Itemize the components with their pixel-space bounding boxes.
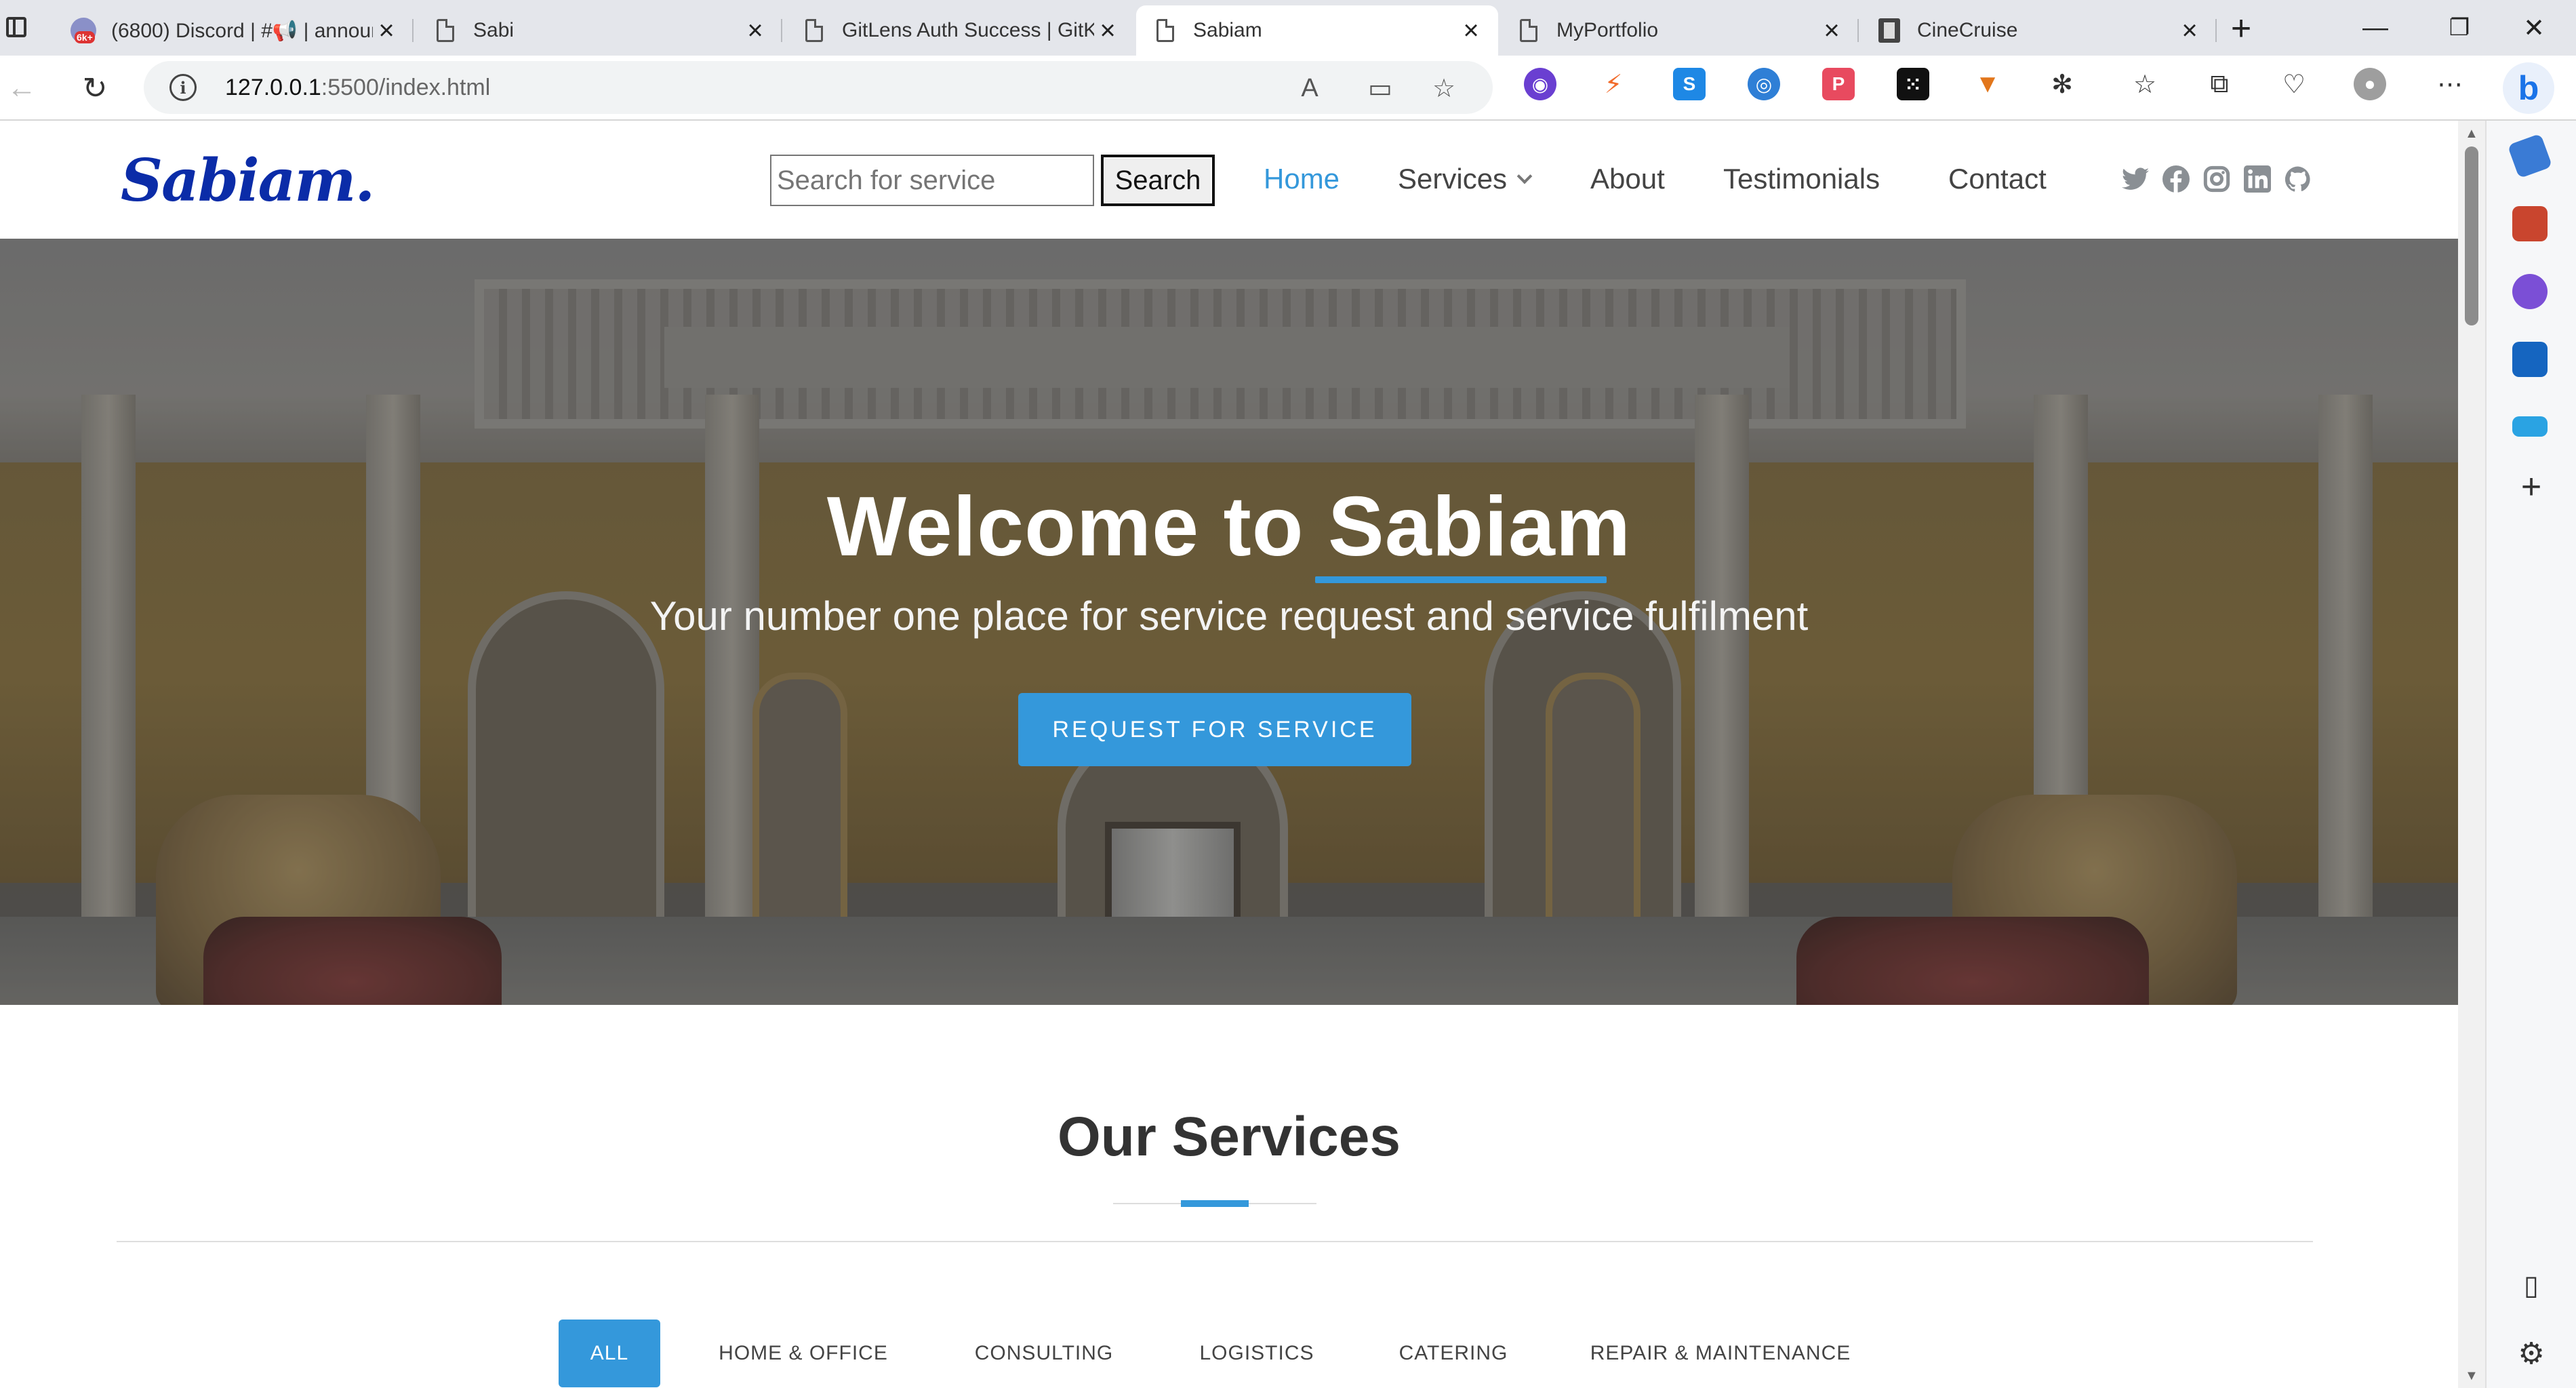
metamask-icon[interactable]: ▼ — [1971, 68, 2004, 100]
extension-icon-2[interactable]: ⚡ — [1597, 68, 1630, 100]
favorites-icon[interactable]: ☆ — [2129, 68, 2161, 100]
hero-title: Welcome to Sabiam — [826, 480, 1632, 574]
request-service-button[interactable]: REQUEST FOR SERVICE — [1018, 693, 1411, 766]
address-bar-row: ← ↻ i 127.0.0.1:5500/index.html A ▭ ☆ — [0, 56, 2576, 121]
site-logo[interactable]: Sabiam. — [121, 146, 375, 215]
tag-icon[interactable] — [2507, 133, 2553, 179]
close-icon[interactable]: × — [1457, 16, 1485, 45]
close-icon[interactable]: × — [373, 16, 400, 45]
tab-sabiam[interactable]: Sabiam × — [1136, 5, 1498, 56]
page-favicon — [1152, 18, 1178, 43]
tab-title: (6800) Discord | #📢 | announcements — [111, 19, 373, 42]
tab-actions-button[interactable] — [0, 9, 33, 45]
close-icon[interactable]: × — [1818, 16, 1845, 45]
heading-accent-bar — [1181, 1200, 1249, 1207]
bing-copilot-button[interactable]: b — [2503, 62, 2554, 114]
minimize-button[interactable]: — — [2333, 0, 2417, 56]
filter-home-office[interactable]: HOME & OFFICE — [705, 1320, 902, 1387]
collections-icon[interactable]: ⧉ — [2203, 68, 2236, 100]
scroll-up-icon[interactable]: ▲ — [2465, 126, 2478, 142]
favorite-star-icon[interactable]: ☆ — [1429, 73, 1459, 103]
scroll-down-icon[interactable]: ▼ — [2465, 1368, 2478, 1384]
close-window-button[interactable]: ✕ — [2492, 0, 2576, 56]
github-icon[interactable] — [2285, 165, 2312, 193]
tab-title: GitLens Auth Success | GitKraken — [842, 19, 1094, 41]
tab-actions-icon — [6, 17, 26, 37]
refresh-button[interactable]: ↻ — [75, 68, 115, 108]
tab-title: MyPortfolio — [1556, 19, 1659, 41]
extension-icon-3[interactable]: S — [1673, 68, 1706, 100]
section-divider — [117, 1241, 2313, 1242]
page-favicon — [801, 18, 827, 43]
extension-icon-1[interactable]: ◉ — [1524, 68, 1556, 100]
cinecruise-favicon — [1876, 18, 1902, 43]
filter-consulting[interactable]: CONSULTING — [963, 1320, 1125, 1387]
outlook-icon[interactable] — [2512, 342, 2548, 377]
more-menu-icon[interactable]: ⋯ — [2434, 68, 2466, 100]
extension-icon-4[interactable]: ◎ — [1748, 68, 1780, 100]
add-sidebar-app-icon[interactable]: + — [2512, 467, 2550, 507]
nav-services[interactable]: Services — [1398, 163, 1533, 195]
close-icon[interactable]: × — [742, 16, 769, 45]
page-scrollbar[interactable]: ▲ ▼ — [2458, 121, 2485, 1388]
linkedin-icon[interactable] — [2244, 165, 2271, 193]
tab-cinecruise[interactable]: CineCruise × — [1860, 5, 2217, 56]
close-icon[interactable]: × — [2176, 16, 2203, 45]
tab-title: CineCruise — [1917, 19, 2018, 41]
tab-myportfolio[interactable]: MyPortfolio × — [1500, 5, 1859, 56]
page-favicon — [432, 18, 458, 43]
split-screen-icon[interactable]: ▯ — [2512, 1267, 2550, 1305]
facebook-icon[interactable] — [2162, 165, 2190, 193]
address-bar[interactable]: i 127.0.0.1:5500/index.html A ▭ ☆ — [144, 61, 1493, 114]
restore-button[interactable]: ❐ — [2417, 0, 2501, 56]
new-tab-button[interactable]: + — [2221, 9, 2261, 48]
immersive-reader-icon[interactable]: ▭ — [1365, 73, 1395, 103]
nav-contact[interactable]: Contact — [1948, 163, 2047, 195]
filter-catering[interactable]: CATERING — [1391, 1320, 1516, 1387]
page-viewport: Sabiam. Search Home Services About Testi… — [0, 121, 2458, 1388]
discord-favicon: 6k+ — [71, 18, 96, 43]
profile-avatar[interactable]: ● — [2354, 68, 2386, 100]
twitter-icon[interactable] — [2122, 165, 2149, 193]
nav-about[interactable]: About — [1590, 163, 1665, 195]
hero-subtitle: Your number one place for service reques… — [649, 593, 1809, 639]
send-icon[interactable] — [2512, 416, 2548, 437]
performance-icon[interactable]: ♡ — [2278, 68, 2310, 100]
tab-discord[interactable]: 6k+ (6800) Discord | #📢 | announcements … — [54, 5, 414, 56]
tab-gitlens[interactable]: GitLens Auth Success | GitKraken × — [785, 5, 1135, 56]
nav-testimonials[interactable]: Testimonials — [1723, 163, 1880, 195]
services-heading: Our Services — [1058, 1106, 1401, 1168]
toolbox-icon[interactable] — [2512, 206, 2548, 241]
extension-icon-6[interactable]: ⁙ — [1897, 68, 1929, 100]
site-header: Sabiam. Search Home Services About Testi… — [0, 121, 2458, 239]
office-icon[interactable] — [2512, 274, 2548, 309]
url-text[interactable]: 127.0.0.1:5500/index.html — [225, 75, 490, 101]
tab-sabi[interactable]: Sabi × — [416, 5, 782, 56]
filter-repair-maintenance[interactable]: REPAIR & MAINTENANCE — [1586, 1320, 1855, 1387]
edge-sidebar: + ▯ ⚙ — [2485, 121, 2576, 1388]
site-info-icon[interactable]: i — [169, 74, 197, 101]
search-button[interactable]: Search — [1101, 155, 1215, 206]
extension-icon-5[interactable]: P — [1822, 68, 1855, 100]
tab-title: Sabiam — [1193, 19, 1262, 41]
settings-gear-icon[interactable]: ⚙ — [2512, 1334, 2550, 1372]
hero-title-underline — [1315, 576, 1607, 583]
scrollbar-thumb[interactable] — [2465, 146, 2478, 325]
filter-all[interactable]: ALL — [559, 1320, 660, 1387]
read-aloud-icon[interactable]: A — [1295, 73, 1325, 103]
instagram-icon[interactable] — [2203, 165, 2230, 193]
chevron-down-icon — [1516, 168, 1533, 184]
filter-logistics[interactable]: LOGISTICS — [1196, 1320, 1318, 1387]
page-favicon — [1516, 18, 1542, 43]
back-button[interactable]: ← — [1, 68, 42, 108]
service-search-input[interactable] — [770, 155, 1094, 206]
tab-title: Sabi — [473, 19, 515, 41]
nav-home[interactable]: Home — [1264, 163, 1340, 195]
extensions-puzzle-icon[interactable]: ✻ — [2046, 68, 2078, 100]
tab-strip: 6k+ (6800) Discord | #📢 | announcements … — [0, 0, 2576, 56]
close-icon[interactable]: × — [1094, 16, 1121, 45]
